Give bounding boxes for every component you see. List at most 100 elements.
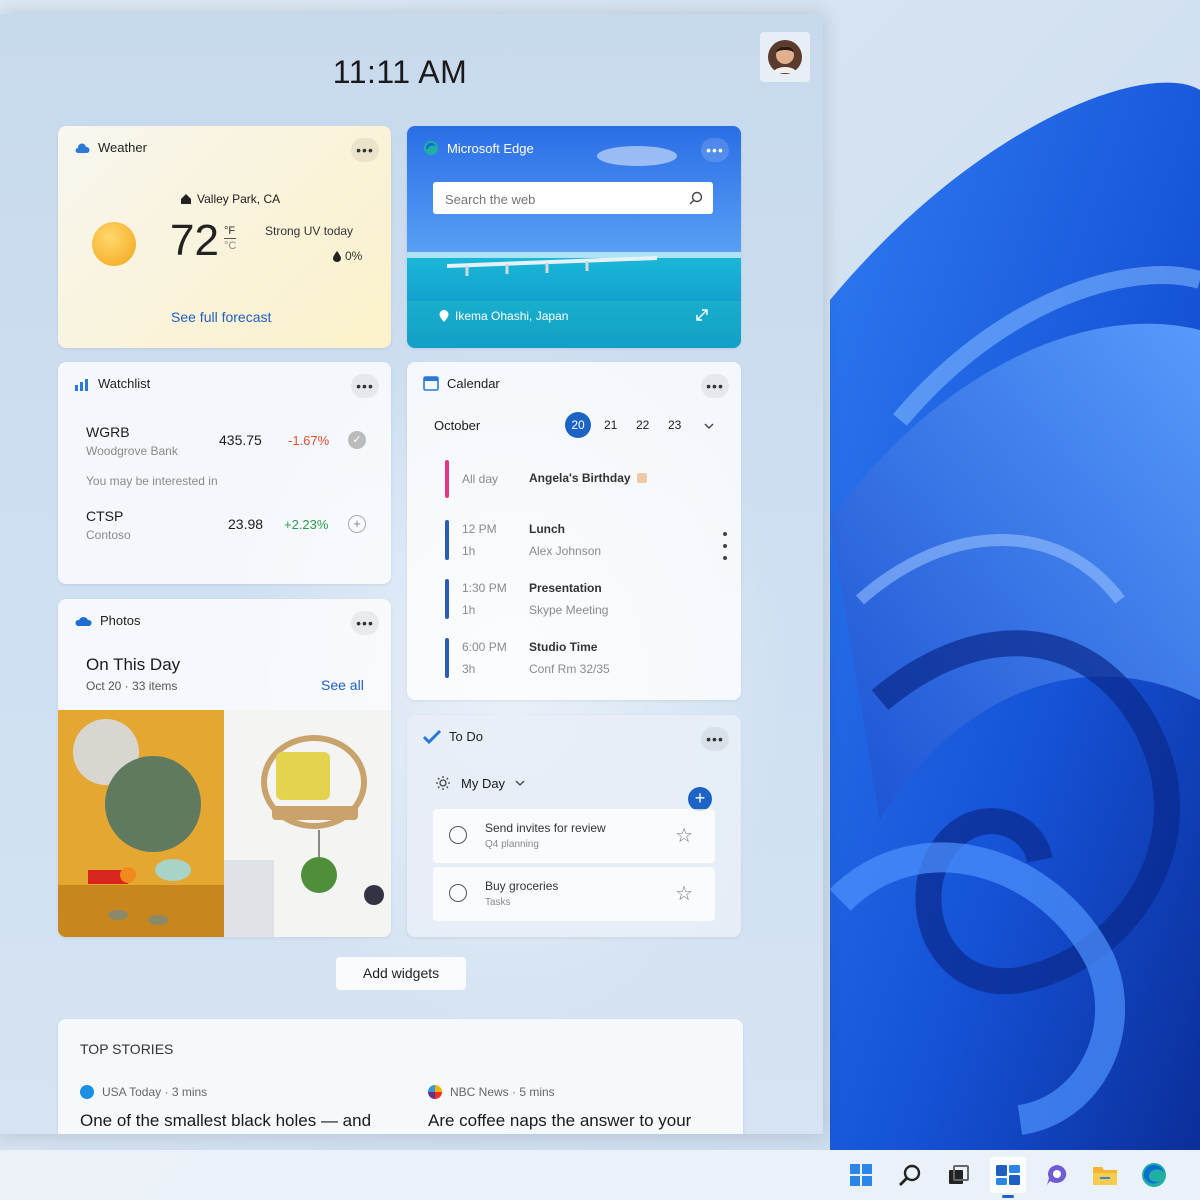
- chevron-down-icon: [515, 780, 525, 786]
- weather-temperature: 72: [170, 216, 219, 265]
- todo-title: To Do: [449, 729, 483, 744]
- watchlist-more-button[interactable]: •••: [351, 374, 379, 398]
- edge-icon[interactable]: [1138, 1159, 1170, 1191]
- edge-image-location[interactable]: Ikema Ohashi, Japan: [455, 309, 568, 323]
- task-title: Send invites for review: [485, 821, 606, 835]
- unit-fahrenheit[interactable]: °F: [224, 224, 237, 239]
- photos-title: Photos: [100, 613, 141, 628]
- photo-thumbnail[interactable]: [224, 710, 391, 937]
- stock-added-check-icon[interactable]: ✓: [348, 431, 366, 449]
- widgets-icon[interactable]: [990, 1157, 1026, 1198]
- event-duration: 3h: [462, 662, 476, 676]
- user-avatar[interactable]: [760, 32, 810, 82]
- calendar-event[interactable]: 12 PM 1h Lunch Alex Johnson: [445, 518, 715, 562]
- vertical-dots-icon[interactable]: [723, 532, 727, 578]
- story-title[interactable]: One of the smallest black holes — and: [80, 1111, 400, 1131]
- edge-widget[interactable]: Microsoft Edge ••• Ikema Ohashi, Japan: [407, 126, 741, 348]
- add-task-button[interactable]: +: [688, 787, 712, 811]
- calendar-event[interactable]: All day Angela's Birthday: [445, 458, 715, 502]
- calendar-day-selected[interactable]: 20: [565, 412, 591, 438]
- stock-symbol: WGRB: [86, 424, 130, 440]
- event-subtitle: Alex Johnson: [529, 544, 602, 558]
- event-duration: 1h: [462, 544, 476, 558]
- calendar-event[interactable]: 6:00 PM 3h Studio Time Conf Rm 32/35: [445, 636, 715, 680]
- edge-logo-icon: [424, 141, 438, 155]
- todo-item[interactable]: Send invites for review Q4 planning ☆: [433, 809, 715, 863]
- see-all-link[interactable]: See all: [321, 677, 364, 693]
- watchlist-suggestion-label: You may be interested in: [86, 474, 218, 488]
- photo-thumbnail[interactable]: [58, 710, 224, 937]
- todo-widget[interactable]: To Do ••• My Day + Send invites for revi…: [407, 715, 741, 937]
- event-time: 6:00 PM: [462, 640, 507, 654]
- star-icon[interactable]: ☆: [675, 881, 693, 906]
- task-complete-checkbox[interactable]: [449, 826, 467, 844]
- expand-icon[interactable]: [695, 308, 709, 322]
- photos-more-button[interactable]: •••: [351, 611, 379, 635]
- story-title[interactable]: Are coffee naps the answer to your: [428, 1111, 728, 1131]
- stock-name: Woodgrove Bank: [86, 444, 178, 458]
- nbc-news-logo-icon: [428, 1085, 442, 1099]
- edge-title: Microsoft Edge: [447, 140, 534, 156]
- todo-list-name: My Day: [461, 775, 506, 791]
- event-title: Lunch: [529, 522, 565, 536]
- story-source: NBC News · 5 mins: [450, 1085, 555, 1099]
- top-stories-widget[interactable]: TOP STORIES USA Today · 3 mins One of th…: [58, 1019, 743, 1134]
- edge-more-button[interactable]: •••: [701, 138, 729, 162]
- task-subtitle: Q4 planning: [485, 839, 539, 850]
- event-title: Studio Time: [529, 640, 598, 654]
- photos-subheading: Oct 20 · 33 items: [86, 679, 178, 693]
- stock-change: -1.67%: [288, 433, 330, 448]
- my-day-selector[interactable]: My Day: [435, 775, 525, 791]
- edge-search-input[interactable]: [433, 182, 687, 216]
- photos-heading: On This Day: [86, 655, 181, 674]
- add-stock-icon[interactable]: +: [348, 515, 366, 533]
- calendar-title: Calendar: [447, 376, 500, 391]
- calendar-widget[interactable]: Calendar ••• October 20 21 22 23 All day…: [407, 362, 741, 700]
- raindrop-icon: [333, 250, 341, 262]
- calendar-day[interactable]: 23: [668, 418, 681, 432]
- stock-price: 23.98: [228, 516, 264, 532]
- photos-widget[interactable]: Photos ••• On This Day Oct 20 · 33 items…: [58, 599, 391, 937]
- search-icon[interactable]: [894, 1159, 926, 1191]
- event-time: 1:30 PM: [462, 581, 507, 595]
- calendar-more-button[interactable]: •••: [701, 374, 729, 398]
- location-pin-icon: [439, 310, 449, 322]
- calendar-day[interactable]: 22: [636, 418, 649, 432]
- watchlist-widget[interactable]: Watchlist ••• WGRB Woodgrove Bank 435.75…: [58, 362, 391, 584]
- todo-item[interactable]: Buy groceries Tasks ☆: [433, 867, 715, 921]
- sun-outline-icon: [436, 776, 450, 790]
- event-title: Presentation: [529, 581, 602, 595]
- event-subtitle: Skype Meeting: [529, 603, 609, 617]
- edge-search-box[interactable]: [433, 182, 713, 216]
- weather-cloud-icon: [75, 142, 90, 153]
- chat-icon[interactable]: [1041, 1159, 1073, 1191]
- start-icon[interactable]: [845, 1159, 877, 1191]
- event-duration: 1h: [462, 603, 476, 617]
- add-widgets-button[interactable]: Add widgets: [336, 957, 466, 990]
- weather-widget[interactable]: Weather ••• Valley Park, CA 72 °F °C Str…: [58, 126, 391, 348]
- stock-row[interactable]: WGRB Woodgrove Bank 435.75 -1.67% ✓: [86, 424, 376, 460]
- file-explorer-icon[interactable]: [1089, 1159, 1121, 1191]
- chevron-down-icon[interactable]: [704, 423, 714, 429]
- see-full-forecast-link[interactable]: See full forecast: [171, 309, 271, 325]
- stock-price: 435.75: [219, 432, 262, 448]
- stock-row[interactable]: CTSP Contoso 23.98 +2.23% +: [86, 508, 376, 544]
- active-indicator: [1002, 1195, 1014, 1198]
- sun-icon: [92, 222, 136, 266]
- weather-title: Weather: [98, 140, 147, 155]
- task-complete-checkbox[interactable]: [449, 884, 467, 902]
- clock: 11:11 AM: [332, 54, 468, 90]
- calendar-event[interactable]: 1:30 PM 1h Presentation Skype Meeting: [445, 577, 715, 621]
- usa-today-logo-icon: [80, 1085, 94, 1099]
- top-stories-heading: TOP STORIES: [80, 1041, 174, 1057]
- star-icon[interactable]: ☆: [675, 823, 693, 848]
- weather-precip: 0%: [345, 249, 363, 263]
- weather-more-button[interactable]: •••: [351, 138, 379, 162]
- unit-celsius[interactable]: °C: [224, 239, 236, 253]
- event-title: Angela's Birthday: [529, 471, 631, 485]
- cake-icon: [636, 473, 647, 483]
- search-icon[interactable]: [689, 191, 703, 205]
- calendar-day[interactable]: 21: [604, 418, 617, 432]
- task-view-icon[interactable]: [942, 1159, 974, 1191]
- todo-more-button[interactable]: •••: [701, 727, 729, 751]
